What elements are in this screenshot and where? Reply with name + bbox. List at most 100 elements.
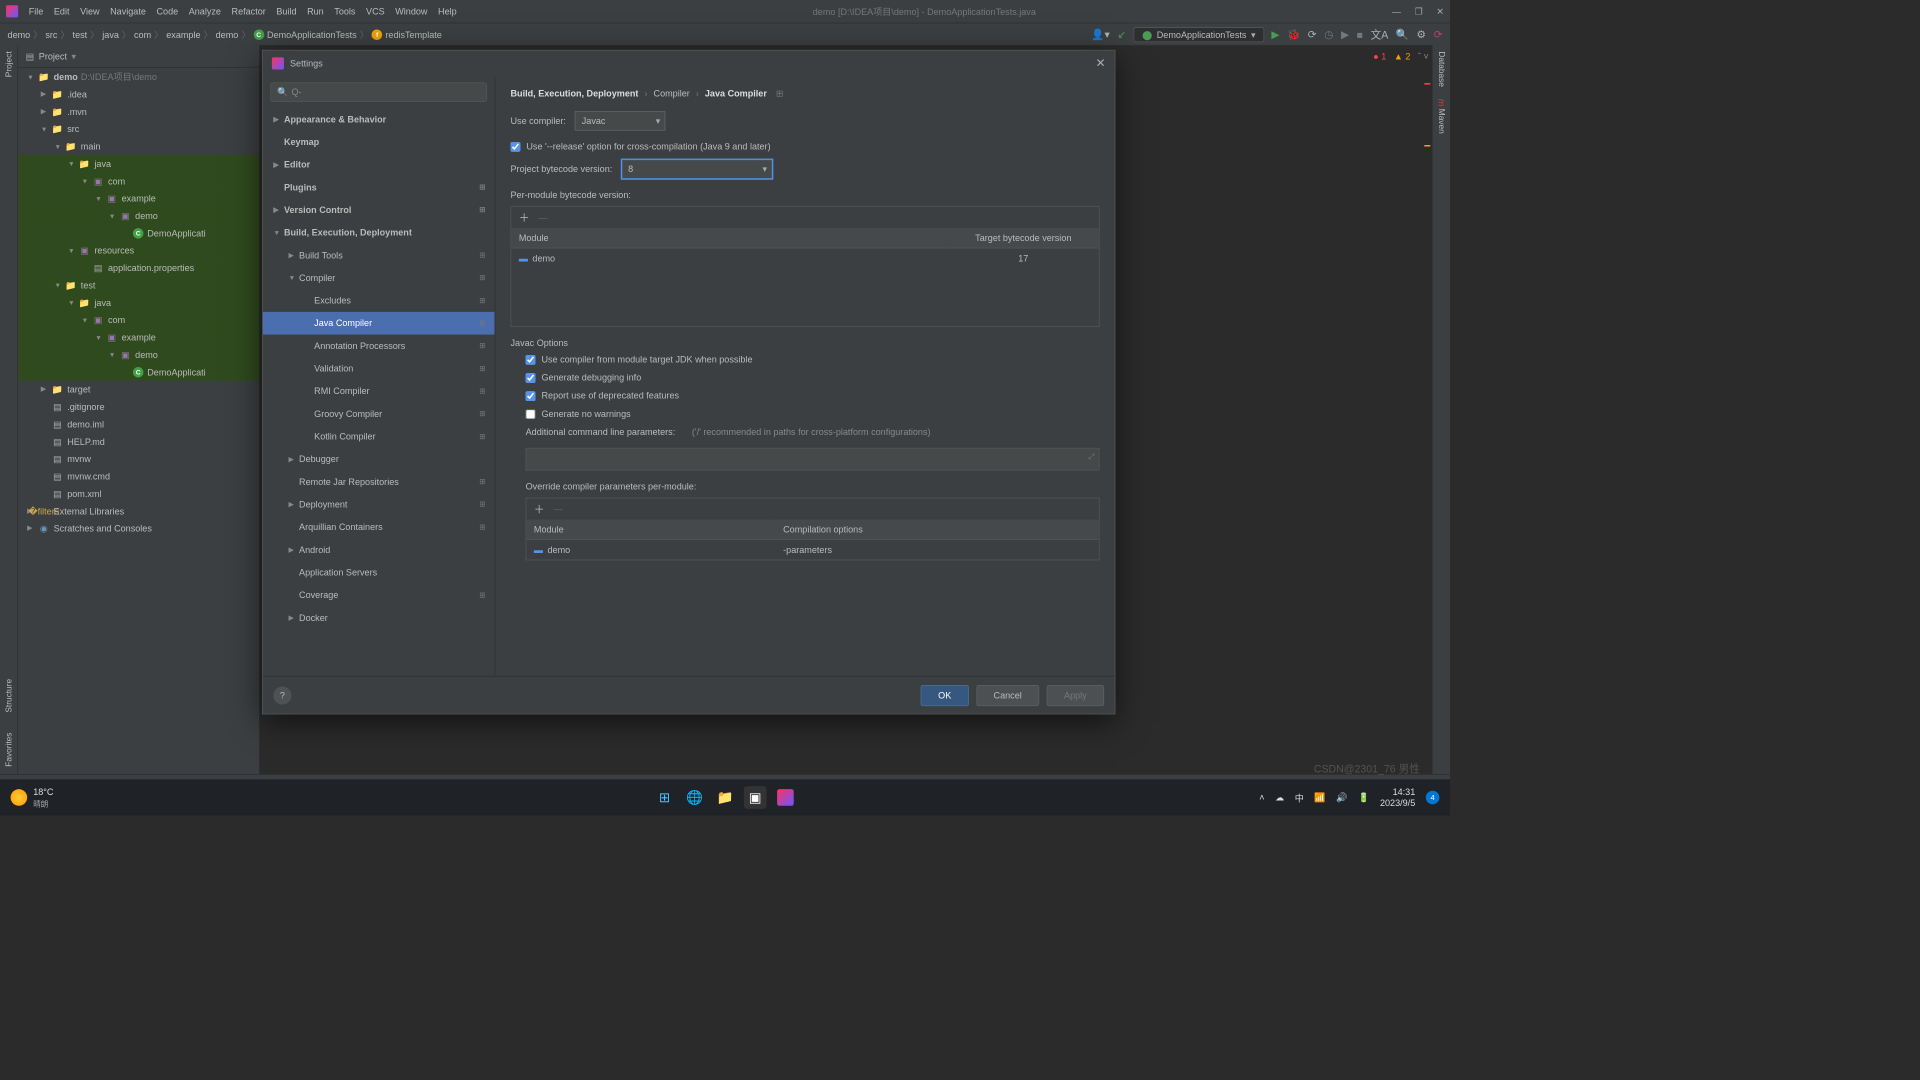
debug-icon[interactable]: 🐞 <box>1287 28 1300 41</box>
menu-refactor[interactable]: Refactor <box>232 6 266 17</box>
tree-node[interactable]: ▤mvnw <box>18 450 259 467</box>
stop-icon[interactable]: ■ <box>1357 28 1363 40</box>
tree-node[interactable]: ▼📁src <box>18 120 259 137</box>
error-stripe[interactable] <box>1424 83 1430 85</box>
expand-icon[interactable]: ⤢ <box>1088 453 1094 461</box>
crumb[interactable]: demo <box>8 29 31 40</box>
menu-file[interactable]: File <box>29 6 44 17</box>
settings-tree-item[interactable]: Annotation Processors⊞ <box>263 335 495 358</box>
settings-tree-item[interactable]: ▶Debugger <box>263 448 495 471</box>
tree-node[interactable]: ▤application.properties <box>18 259 259 276</box>
favorites-tool-button[interactable]: Favorites <box>4 732 13 766</box>
tree-node[interactable]: ▼▣com <box>18 311 259 328</box>
settings-tree-item[interactable]: Kotlin Compiler⊞ <box>263 425 495 448</box>
settings-tree-item[interactable]: Groovy Compiler⊞ <box>263 403 495 426</box>
menu-vcs[interactable]: VCS <box>366 6 385 17</box>
bytecode-version-select[interactable]: 8 <box>621 159 772 179</box>
addl-params-input[interactable]: ⤢ <box>526 448 1100 471</box>
crumb[interactable]: demo <box>216 29 239 40</box>
coverage-icon[interactable]: ⟳ <box>1308 28 1317 41</box>
settings-tree-item[interactable]: Application Servers <box>263 561 495 584</box>
settings-tree-item[interactable]: Excludes⊞ <box>263 289 495 312</box>
settings-tree-item[interactable]: ▶Android <box>263 538 495 561</box>
opt-module-jdk-checkbox[interactable] <box>526 355 536 365</box>
crumb[interactable]: com <box>134 29 151 40</box>
intellij-icon[interactable] <box>774 786 797 809</box>
settings-tree-item[interactable]: ▶Editor <box>263 153 495 176</box>
use-compiler-select[interactable]: Javac <box>575 111 666 131</box>
vcs-update-icon[interactable]: ↙ <box>1117 28 1126 41</box>
edge-icon[interactable]: 🌐 <box>683 786 706 809</box>
menu-edit[interactable]: Edit <box>54 6 70 17</box>
settings-tree-item[interactable]: ▶Version Control⊞ <box>263 199 495 222</box>
error-indicator[interactable]: ● 1 <box>1373 51 1386 62</box>
notification-count[interactable]: 4 <box>1426 791 1440 805</box>
tree-node[interactable]: ▤pom.xml <box>18 485 259 502</box>
settings-tree-item[interactable]: RMI Compiler⊞ <box>263 380 495 403</box>
search-everywhere-icon[interactable]: 🔍 <box>1396 28 1409 41</box>
settings-tree-item[interactable]: ▶Deployment⊞ <box>263 493 495 516</box>
attach-icon[interactable]: ▶ <box>1341 28 1349 41</box>
close-dialog-icon[interactable]: ✕ <box>1095 56 1105 71</box>
settings-tree-item[interactable]: ▶Docker <box>263 606 495 629</box>
settings-tree-item[interactable]: ▼Build, Execution, Deployment <box>263 221 495 244</box>
crumb[interactable]: example <box>166 29 200 40</box>
project-tool-button[interactable]: Project <box>4 51 13 77</box>
settings-tree-item[interactable]: Arquillian Containers⊞ <box>263 516 495 539</box>
explorer-icon[interactable]: 📁 <box>714 786 737 809</box>
settings-tree-item[interactable]: Keymap <box>263 131 495 154</box>
crumb[interactable]: src <box>45 29 57 40</box>
inspection-nav[interactable]: ˆ ˅ <box>1418 51 1429 62</box>
tree-node[interactable]: ▤.gitignore <box>18 398 259 415</box>
terminal-app-icon[interactable]: ▣ <box>744 786 767 809</box>
translate-icon[interactable]: 文A <box>1371 27 1389 42</box>
cancel-button[interactable]: Cancel <box>976 685 1039 706</box>
close-window-icon[interactable]: ✕ <box>1436 6 1444 17</box>
tree-node[interactable]: ▶📁.idea <box>18 85 259 102</box>
maven-tool-button[interactable]: m Maven <box>1436 99 1447 134</box>
warning-indicator[interactable]: ▲ 2 <box>1394 51 1411 62</box>
apply-button[interactable]: Apply <box>1047 685 1104 706</box>
remove-module-icon[interactable]: — <box>538 212 547 223</box>
opt-nowarn-checkbox[interactable] <box>526 409 536 419</box>
menu-code[interactable]: Code <box>156 6 178 17</box>
settings-tree-item[interactable]: Plugins⊞ <box>263 176 495 199</box>
settings-tree[interactable]: ▶Appearance & BehaviorKeymap▶EditorPlugi… <box>263 108 495 676</box>
menu-tools[interactable]: Tools <box>334 6 355 17</box>
chevron-down-icon[interactable]: ▾ <box>72 51 77 62</box>
crumb[interactable]: redisTemplate <box>385 29 441 40</box>
menu-build[interactable]: Build <box>276 6 296 17</box>
tree-node[interactable]: ▼▣resources <box>18 242 259 259</box>
jrebel-icon[interactable]: ⟳ <box>1434 28 1443 41</box>
menu-window[interactable]: Window <box>395 6 427 17</box>
add-module-icon[interactable]: ＋ <box>519 210 530 225</box>
menu-help[interactable]: Help <box>438 6 457 17</box>
tree-node[interactable]: CDemoApplicati <box>18 224 259 241</box>
tree-node[interactable]: ▼📁java <box>18 294 259 311</box>
tray-cloud-icon[interactable]: ☁ <box>1275 792 1284 803</box>
tree-node[interactable]: ▼▣demo <box>18 207 259 224</box>
settings-tree-item[interactable]: ▶Build Tools⊞ <box>263 244 495 267</box>
menu-navigate[interactable]: Navigate <box>110 6 146 17</box>
start-icon[interactable]: ⊞ <box>653 786 676 809</box>
tree-node[interactable]: ▼▣demo <box>18 346 259 363</box>
tree-node[interactable]: ▼▣example <box>18 329 259 346</box>
opt-deprecated-checkbox[interactable] <box>526 391 536 401</box>
crumb[interactable]: java <box>102 29 119 40</box>
run-icon[interactable]: ▶ <box>1271 28 1279 41</box>
settings-tree-item[interactable]: Remote Jar Repositories⊞ <box>263 470 495 493</box>
tray-wifi-icon[interactable]: 📶 <box>1314 792 1325 803</box>
tray-volume-icon[interactable]: 🔊 <box>1336 792 1347 803</box>
tree-node[interactable]: ▶📁target <box>18 381 259 398</box>
settings-tree-item[interactable]: Java Compiler⊞ <box>263 312 495 335</box>
override-table[interactable]: ModuleCompilation options ▬demo-paramete… <box>526 520 1098 560</box>
menu-view[interactable]: View <box>80 6 99 17</box>
run-config-selector[interactable]: ⬤ DemoApplicationTests▾ <box>1134 27 1264 42</box>
maximize-icon[interactable]: ❐ <box>1415 6 1423 17</box>
tree-node[interactable]: ▤HELP.md <box>18 433 259 450</box>
tree-node[interactable]: ▼📁main <box>18 137 259 154</box>
tree-node[interactable]: ▤mvnw.cmd <box>18 467 259 484</box>
profile-icon[interactable]: ◷ <box>1324 28 1333 41</box>
settings-icon[interactable]: ⚙ <box>1417 28 1426 41</box>
tray-battery-icon[interactable]: 🔋 <box>1358 792 1369 803</box>
